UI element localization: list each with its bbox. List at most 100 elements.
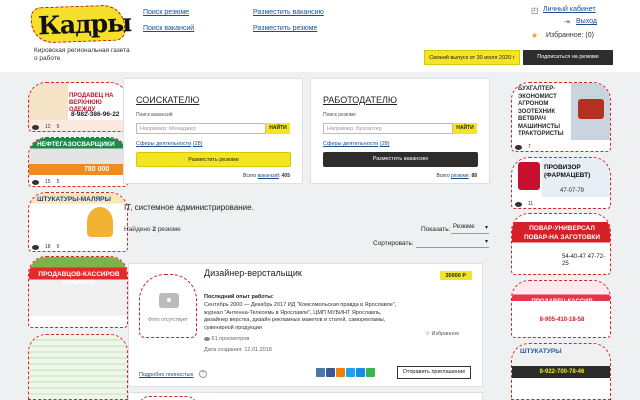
favorites-counter[interactable]: Избранное: (0) — [546, 32, 594, 39]
ad-day: 7 — [528, 144, 531, 150]
employer-total-prefix: Всего — [436, 173, 450, 179]
ad-banner-right-5[interactable]: ШТУКАТУРЫ 8-922-700-78-46 — [511, 343, 611, 400]
ad-headline: ПРОВИЗОР (ФАРМАЦЕВТ) — [544, 164, 591, 179]
fresh-issue-button[interactable]: Свежий выпуск от 30 июля 2020 г — [424, 50, 520, 65]
site-logo[interactable]: Кадры — [30, 4, 132, 44]
show-select[interactable]: Резюме ▾ — [451, 224, 489, 234]
employer-title[interactable]: РАБОТОДАТЕЛЮ — [323, 95, 397, 105]
ad-phone: 780 000 — [84, 166, 110, 173]
ad-pharmacy-logo — [518, 162, 540, 190]
ad-banner-left-3[interactable]: ШТУКАТУРЫ-МАЛЯРЫ 18 6 — [28, 192, 128, 252]
views-icon — [32, 124, 39, 130]
ad-views: 12 — [45, 124, 51, 130]
ad-day: 6 — [56, 244, 60, 250]
ad-headline: ПРОДАВЕЦ-КАССИР — [531, 299, 593, 305]
seeker-find-button[interactable]: НАЙТИ — [266, 123, 290, 134]
show-label: Показать: — [421, 226, 451, 233]
ad-banner-right-4[interactable]: ПРОДАВЕЦ-КАССИР 8-905-410-18-58 — [511, 280, 611, 338]
ad-headline: ПРОДАВЦОВ-КАССИРОВ ПОВАРОВ — [38, 271, 120, 286]
help-icon[interactable]: ? — [199, 370, 207, 378]
found-summary: Найдено 2 резюме — [124, 226, 181, 233]
seeker-fields-link[interactable]: Сферы деятельности — [136, 141, 191, 147]
nav-search-vacancies[interactable]: Поиск вакансий — [143, 25, 194, 32]
ad-banner-left-4[interactable]: ПРОДАВЦОВ-КАССИРОВ ПОВАРОВ — [28, 256, 128, 328]
nav-post-vacancy[interactable]: Разместить вакансию — [253, 9, 324, 16]
employer-fields-link[interactable]: Сферы деятельности — [323, 141, 378, 147]
star-icon: ★ — [531, 31, 539, 40]
chevron-down-icon: ▾ — [484, 239, 488, 245]
mailru-icon[interactable] — [356, 368, 365, 377]
ad-tractor-image — [578, 99, 604, 119]
ad-banner-right-1[interactable]: БУХГАЛТЕР-ЭКОНОМИСТ АГРОНОМ ЗООТЕХНИК ВЕ… — [511, 82, 611, 152]
ad-day: 11 — [528, 201, 534, 207]
found-prefix: Найдено — [124, 226, 151, 233]
send-invitation-button[interactable]: Отправить приглашение — [397, 366, 471, 379]
employer-search-label: Поиск резюме — [323, 112, 356, 118]
employer-find-button[interactable]: НАЙТИ — [453, 123, 477, 134]
salary-badge: 30000 Р — [439, 271, 472, 280]
show-filter: Показать: — [421, 226, 450, 233]
views-icon — [32, 179, 39, 185]
ad-day: 5 — [56, 179, 60, 185]
whatsapp-icon[interactable] — [366, 368, 375, 377]
subscribe-resume-button[interactable]: Подписаться на резюме — [523, 50, 613, 65]
nav-search-resume[interactable]: Поиск резюме — [143, 9, 189, 16]
site-tagline: Кировская региональная газета о работе — [34, 47, 130, 62]
category-heading: IT, системное администрирование. — [124, 203, 254, 212]
ad-banner-right-2[interactable]: ПРОВИЗОР (ФАРМАЦЕВТ) 47-07-79 11 — [511, 157, 611, 209]
post-resume-button[interactable]: Разместить резюме — [136, 152, 291, 167]
ad-banner-left-1[interactable]: ПРОДАВЕЦ НА ВЕРХНЮЮ ОДЕЖДУ 8-982-386-96-… — [28, 82, 128, 132]
seeker-search-input[interactable]: Например: Менеджер — [136, 123, 266, 134]
views-count: 61 просмотров — [211, 336, 250, 342]
created-date: Дата создания: 12.01.2018 — [204, 347, 272, 353]
employer-total-count: 88 — [471, 173, 477, 179]
seeker-total-count: 405 — [281, 173, 290, 179]
site-header: Кадры Кировская региональная газета о ра… — [0, 0, 640, 72]
employer-fields-count[interactable]: (28) — [380, 141, 390, 147]
nav-post-resume[interactable]: Разместить резюме — [253, 25, 317, 32]
views-counter: 61 просмотров — [204, 336, 249, 342]
twitter-icon[interactable] — [346, 368, 355, 377]
seeker-fields-count[interactable]: (28) — [193, 141, 203, 147]
employer-card: РАБОТОДАТЕЛЮ Поиск резюме Например: Бухг… — [310, 78, 490, 184]
ad-phone: 8-922-700-78-46 — [539, 369, 585, 375]
ad-phone: 8-905-410-18-58 — [539, 317, 585, 323]
ad-headline: БУХГАЛТЕР-ЭКОНОМИСТ АГРОНОМ ЗООТЕХНИК ВЕ… — [518, 86, 564, 137]
ad-headline: ШТУКАТУРЫ-МАЛЯРЫ — [37, 196, 111, 203]
found-count: 2 — [152, 226, 156, 233]
personal-cabinet-link[interactable]: Личный кабинет — [543, 6, 596, 13]
favorite-label: Избранное — [431, 331, 460, 337]
resume-photo-placeholder: Фото отсутствует — [139, 274, 197, 338]
experience-text: Сентябрь 2000 — Декабрь 2017 ИД "Комсомо… — [204, 302, 397, 331]
logout-icon: ⇥ — [564, 19, 570, 26]
odnoklassniki-icon[interactable] — [336, 368, 345, 377]
camera-icon — [159, 293, 179, 308]
views-icon — [32, 244, 39, 250]
show-select-value: Резюме — [453, 224, 475, 230]
resume-card-next — [128, 392, 483, 400]
seeker-total-prefix: Всего — [243, 173, 257, 179]
ad-banner-left-5[interactable] — [28, 334, 128, 400]
seeker-search-label: Поиск вакансий — [136, 112, 173, 118]
facebook-icon[interactable] — [326, 368, 335, 377]
post-vacancy-button[interactable]: Разместить вакансию — [323, 152, 478, 167]
resume-title[interactable]: Дизайнер-верстальщик — [204, 268, 302, 278]
chevron-down-icon: ▾ — [484, 225, 488, 231]
resume-details-link[interactable]: Подробно полностью — [139, 372, 193, 378]
favorite-toggle[interactable]: ☆ Избранное — [425, 331, 459, 337]
ad-phone: 8-982-386-96-22 — [71, 111, 120, 118]
logout-link[interactable]: Выход — [576, 18, 597, 25]
seeker-total-link[interactable]: вакансий — [258, 173, 279, 179]
ad-headline: ШТУКАТУРЫ — [520, 348, 562, 355]
views-icon — [515, 201, 522, 207]
photo-caption: Фото отсутствует — [148, 317, 188, 323]
share-buttons — [316, 368, 376, 379]
seeker-title[interactable]: СОИСКАТЕЛЮ — [136, 95, 199, 105]
sort-select[interactable]: ▾ — [416, 238, 489, 248]
ad-banner-left-2[interactable]: НЕФТЕГАЗОСВАРЩИКИ 780 000 15 5 — [28, 137, 128, 187]
employer-total-link[interactable]: резюме — [451, 173, 469, 179]
ad-banner-right-3[interactable]: ПОВАР-УНИВЕРСАЛ ПОВАР-НА ЗАГОТОВКИ 54-40… — [511, 213, 611, 275]
user-icon: ◰ — [531, 6, 539, 15]
vk-icon[interactable] — [316, 368, 325, 377]
employer-search-input[interactable]: Например: Бухгалтер — [323, 123, 453, 134]
